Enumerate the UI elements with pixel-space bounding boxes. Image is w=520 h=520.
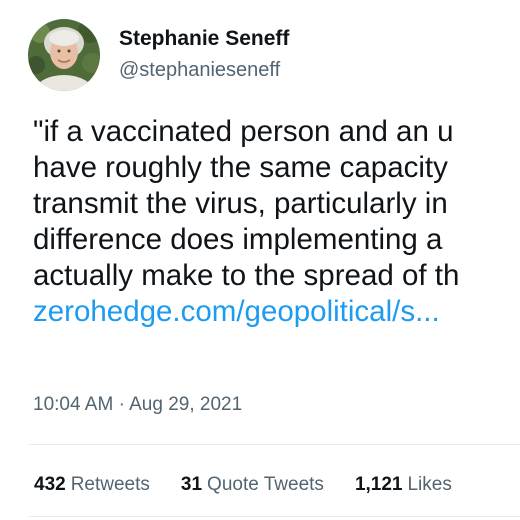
tweet-card: Stephanie Seneff @stephanieseneff "if a … — [0, 0, 520, 520]
quote-tweets-stat[interactable]: 31 Quote Tweets — [181, 474, 324, 496]
tweet-line: "if a vaccinated person and an u — [33, 115, 454, 148]
retweets-label: Retweets — [70, 474, 150, 495]
retweets-count: 432 — [34, 474, 66, 495]
divider — [28, 516, 520, 517]
tweet-line: difference does implementing a — [33, 223, 443, 256]
timestamp-separator: · — [118, 394, 125, 415]
profile-photo-icon — [28, 19, 100, 91]
author-name[interactable]: Stephanie Seneff — [119, 27, 289, 51]
tweet-date[interactable]: Aug 29, 2021 — [129, 394, 242, 415]
likes-count: 1,121 — [354, 474, 403, 495]
likes-label: Likes — [407, 474, 452, 495]
quote-tweets-label: Quote Tweets — [207, 474, 324, 495]
tweet-line: have roughly the same capacity — [33, 151, 448, 184]
tweet-line: actually make to the spread of th — [33, 259, 460, 292]
quote-tweets-count: 31 — [180, 474, 203, 495]
author-handle[interactable]: @stephanieseneff — [119, 59, 280, 82]
avatar[interactable] — [28, 19, 100, 91]
tweet-timestamp: 10:04 AM · Aug 29, 2021 — [33, 394, 242, 416]
likes-stat[interactable]: 1,121 Likes — [355, 474, 452, 496]
tweet-line: transmit the virus, particularly in — [33, 187, 448, 220]
tweet-time[interactable]: 10:04 AM — [33, 394, 113, 415]
divider — [28, 444, 520, 445]
tweet-stats: 432 Retweets 31 Quote Tweets 1,121 Likes — [34, 474, 483, 496]
tweet-link[interactable]: zerohedge.com/geopolitical/s... — [33, 294, 520, 330]
retweets-stat[interactable]: 432 Retweets — [34, 474, 150, 496]
tweet-text: "if a vaccinated person and an u have ro… — [33, 114, 520, 330]
